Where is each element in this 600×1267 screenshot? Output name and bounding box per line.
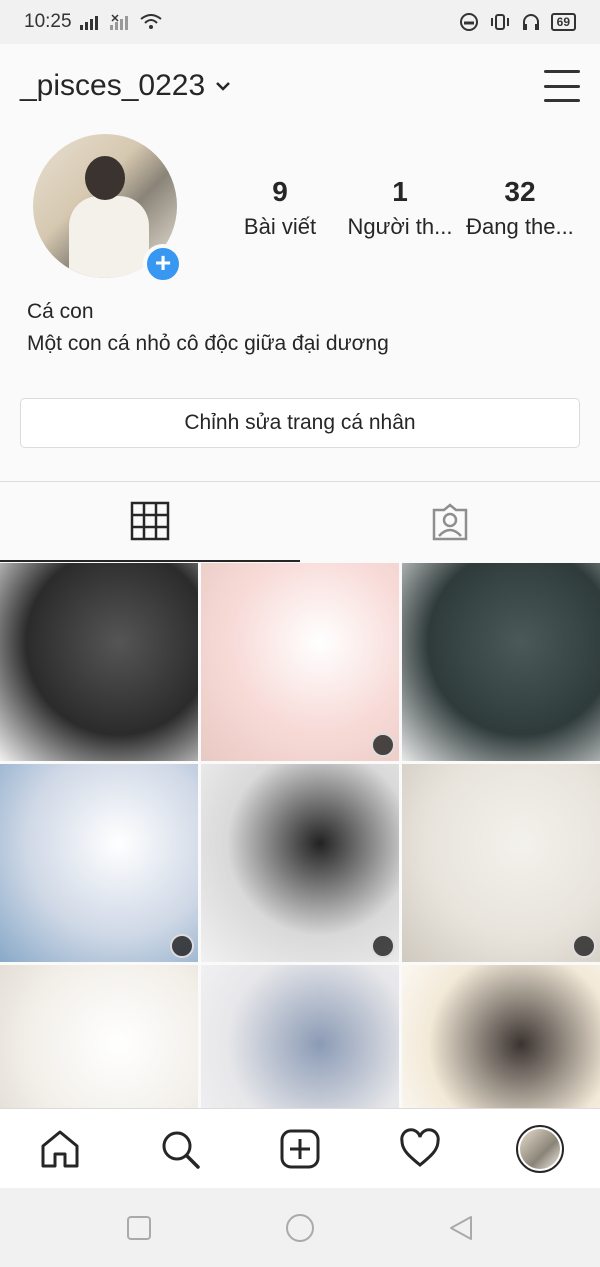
username: _pisces_0223: [20, 69, 206, 102]
heart-icon: [400, 1127, 440, 1167]
account-switcher[interactable]: _pisces_0223: [20, 69, 231, 103]
followers-stat[interactable]: 1 Người th...: [340, 176, 460, 240]
battery-indicator: 69: [550, 13, 576, 31]
headphones-icon: [522, 14, 539, 30]
menu-icon[interactable]: [544, 70, 580, 102]
following-label: Đang the...: [466, 214, 574, 239]
post-thumbnail[interactable]: [201, 764, 399, 962]
tab-tagged[interactable]: [300, 482, 600, 562]
nav-home[interactable]: [30, 1119, 90, 1179]
bottom-navigation: [0, 1108, 600, 1188]
post-thumbnail[interactable]: [201, 965, 399, 1108]
recents-icon[interactable]: [125, 1214, 153, 1242]
display-name: Cá con: [27, 300, 94, 323]
posts-label: Bài viết: [243, 214, 317, 239]
followers-label: Người th...: [347, 214, 453, 239]
nav-search[interactable]: [150, 1119, 210, 1179]
profile-tabs: [0, 481, 600, 562]
posts-stat[interactable]: 9 Bài viết: [220, 176, 340, 240]
system-navigation: [0, 1188, 600, 1267]
followers-count: 1: [392, 176, 408, 207]
shopping-tag-icon: [371, 733, 395, 757]
add-post-icon: [280, 1129, 320, 1168]
face-icon: [459, 13, 478, 31]
chevron-down-icon: [216, 82, 231, 91]
home-circle-icon[interactable]: [284, 1212, 316, 1244]
status-bar: 10:25 69: [0, 0, 600, 44]
back-icon[interactable]: [447, 1214, 475, 1242]
add-story-icon[interactable]: +: [143, 244, 183, 284]
nav-activity[interactable]: [390, 1119, 450, 1179]
tab-posts-grid[interactable]: [0, 482, 300, 562]
tagged-icon: [432, 503, 468, 541]
bio-text: Một con cá nhỏ cô độc giữa đại dương: [27, 332, 389, 355]
shopping-tag-icon: [371, 934, 395, 958]
post-thumbnail[interactable]: [0, 563, 198, 761]
profile-stats: 9 Bài viết 1 Người th... 32 Đang the...: [220, 176, 580, 240]
posts-count: 9: [272, 176, 288, 207]
shopping-tag-icon: [572, 934, 596, 958]
nav-new-post[interactable]: [270, 1119, 330, 1179]
signal-icon: [79, 16, 98, 30]
search-icon: [162, 1131, 200, 1169]
post-thumbnail[interactable]: [201, 563, 399, 761]
shopping-tag-icon: [170, 934, 194, 958]
post-thumbnail[interactable]: [0, 965, 198, 1108]
home-icon: [41, 1130, 79, 1167]
posts-grid: [0, 563, 600, 1108]
following-count: 32: [504, 176, 536, 207]
post-thumbnail[interactable]: [402, 965, 600, 1108]
post-thumbnail[interactable]: [402, 563, 600, 761]
following-stat[interactable]: 32 Đang the...: [460, 176, 580, 240]
wifi-icon: [139, 14, 162, 29]
post-thumbnail[interactable]: [0, 764, 198, 962]
vibrate-icon: [490, 14, 509, 30]
clock: 10:25: [24, 11, 72, 32]
post-thumbnail[interactable]: [402, 764, 600, 962]
grid-icon: [130, 501, 170, 541]
profile-avatar-small: [516, 1124, 564, 1173]
profile-header: _pisces_0223: [0, 44, 600, 128]
no-signal-icon: [109, 14, 128, 30]
edit-profile-button[interactable]: Chỉnh sửa trang cá nhân: [20, 398, 580, 448]
nav-profile[interactable]: [510, 1119, 570, 1179]
